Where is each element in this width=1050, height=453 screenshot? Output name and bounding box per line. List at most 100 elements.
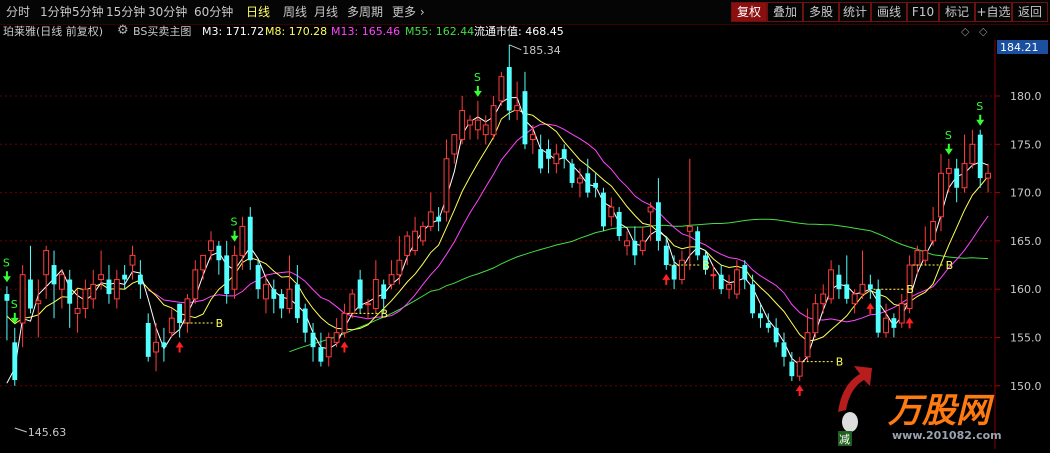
candle-body-up [828, 269, 835, 300]
period-tab-3[interactable]: 15分钟 [103, 3, 148, 21]
candle-body-down [836, 274, 842, 290]
url-watermark: www.201082.com [892, 429, 1002, 442]
tick-label-6: 150.0 [1010, 380, 1042, 393]
ma8-value: M8: 170.28 [265, 25, 328, 38]
toolbar-button-0[interactable]: 复权 [731, 2, 767, 22]
candle-body-down [137, 274, 143, 285]
ma13-value: M13: 165.46 [331, 25, 401, 38]
candle-body-down [310, 332, 316, 348]
candle-body-down [12, 342, 18, 381]
period-tab-0[interactable]: 分时 [3, 3, 33, 21]
diamond-icon[interactable]: ◇ [961, 24, 969, 40]
toolbar-button-3[interactable]: 统计 [839, 2, 871, 22]
candle-body-down [781, 342, 787, 357]
candle-body-up [624, 240, 630, 247]
period-tab-7[interactable]: 周线 [280, 3, 310, 21]
candle-body-down [585, 173, 591, 193]
candle-body-up [820, 293, 827, 305]
candle-body-up [74, 308, 81, 314]
candle-body-up [490, 105, 497, 136]
candle-body-up [168, 317, 175, 334]
sell-signal-label: S [976, 100, 983, 113]
watermark: 万股网www.201082.com 减 [838, 366, 1002, 446]
candle-body-up [427, 211, 434, 227]
candle-body-down [279, 294, 285, 309]
candle-body-up [153, 341, 159, 353]
period-tab-8[interactable]: 月线 [311, 3, 341, 21]
toolbar-button-4[interactable]: 画线 [871, 2, 907, 22]
candle-body-down [773, 327, 779, 343]
candle-body-up [58, 274, 65, 290]
period-tab-4[interactable]: 30分钟 [145, 3, 190, 21]
buy-signal-label: B [906, 283, 914, 296]
arrow-up-icon [175, 341, 184, 353]
candlestick-chart[interactable]: 180.0 175.0 170.0 165.0 160.0 155.0 150.0 184.2… [0, 39, 1050, 449]
candle-body-down [632, 240, 638, 256]
current-price-label: 184.21 [1000, 41, 1039, 54]
candle-body-up [333, 332, 340, 343]
low-price-label: 145.63 [28, 426, 67, 439]
candle-body-down [67, 279, 73, 304]
candle-body-up [639, 240, 646, 252]
candle-body-up [576, 177, 583, 184]
toolbar-button-8[interactable]: 返回 [1012, 2, 1048, 22]
candle-body-down [844, 284, 850, 299]
labels: 185.34 145.63 [14, 44, 561, 439]
candle-body-up [553, 153, 560, 165]
candle-body-up [286, 288, 293, 310]
candle-body-up [514, 105, 521, 111]
period-tab-2[interactable]: 5分钟 [69, 3, 107, 21]
candle-body-down [695, 231, 701, 256]
candle-body-up [945, 167, 952, 174]
sell-signal-label: S [3, 256, 10, 269]
indicator-name[interactable]: BS买卖主图 [133, 24, 191, 40]
candle-body-up [388, 274, 395, 285]
candle-body-up [938, 172, 944, 218]
candle-body-down [51, 265, 57, 285]
period-tab-9[interactable]: 多周期 [344, 3, 386, 21]
candle-body-down [616, 211, 622, 237]
toolbar-button-1[interactable]: 叠加 [767, 2, 803, 22]
candle-body-down [765, 323, 771, 328]
candle-body-down [655, 202, 661, 241]
candle-body-down [122, 274, 128, 280]
ma3-value: M3: 171.72 [202, 25, 265, 38]
settings-icon[interactable]: ⚙ [117, 23, 129, 39]
arrow-up-icon [662, 273, 671, 285]
candle-body-up [883, 317, 889, 334]
arrow-down-icon [944, 143, 953, 155]
period-tab-10[interactable]: 更多 › [389, 3, 428, 21]
candle-body-down [177, 303, 183, 324]
candle-body-down [106, 279, 112, 295]
candle-body-down [789, 361, 795, 377]
candle-body-up [412, 230, 419, 252]
toolbar-button-6[interactable]: 标记 [939, 2, 975, 22]
toolbar-button-7[interactable]: +自选 [975, 2, 1012, 22]
candle-body-down [538, 149, 544, 169]
candle-body-down [161, 342, 167, 348]
period-tab-5[interactable]: 60分钟 [191, 3, 236, 21]
candle-body-down [891, 318, 897, 328]
toolbar-button-5[interactable]: F10 [907, 2, 939, 22]
candle-body-up [796, 361, 803, 377]
chart-area[interactable]: 180.0 175.0 170.0 165.0 160.0 155.0 150.0 184.2… [0, 39, 1050, 449]
candle-body-down [145, 323, 151, 357]
tag-label: 减 [839, 433, 850, 446]
candle-body-down [758, 313, 763, 319]
buy-signal-label: B [946, 259, 954, 272]
diamond-icon-2[interactable]: ◇ [979, 24, 987, 40]
arrow-down-icon [976, 114, 985, 126]
arrow-down-icon [473, 85, 482, 97]
candle-body-up [419, 225, 426, 242]
toolbar-button-2[interactable]: 多股 [803, 2, 839, 22]
candle-body-up [498, 76, 505, 102]
candle-body-down [28, 279, 33, 309]
candle-body-up [200, 254, 207, 271]
candle-body-down [593, 182, 599, 188]
high-pointer [509, 44, 522, 51]
period-tab-6[interactable]: 日线 [243, 3, 273, 21]
candle-body-down [977, 134, 983, 179]
arrow-down-icon [2, 271, 11, 283]
candle-body-down [224, 255, 230, 295]
candle-body-up [804, 332, 811, 358]
